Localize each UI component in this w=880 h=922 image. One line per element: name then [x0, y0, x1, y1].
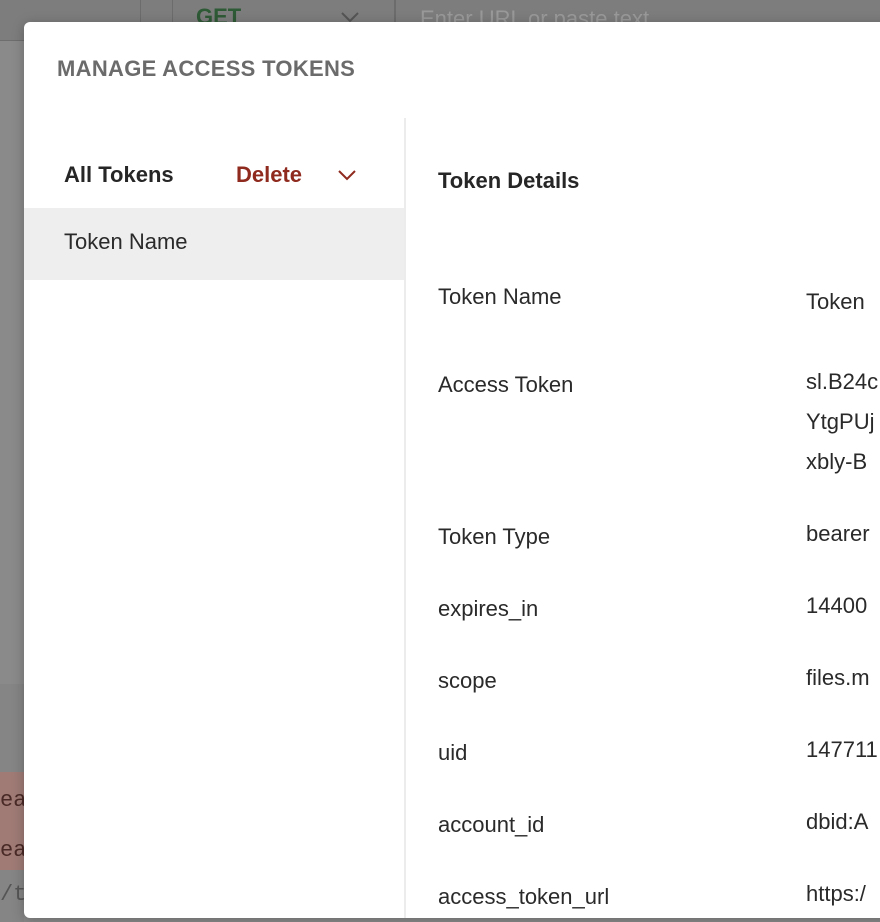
background-text-fragment: ea: [0, 788, 27, 813]
manage-access-tokens-modal: MANAGE ACCESS TOKENS All Tokens Delete T…: [24, 22, 880, 918]
detail-label-scope: scope: [438, 668, 497, 693]
token-details-pane: Token Details Token Name Token Access To…: [406, 118, 880, 918]
detail-label-expires-in: expires_in: [438, 596, 539, 621]
detail-label-access-token: Access Token: [438, 372, 574, 397]
detail-label-access-token-url: access_token_url: [438, 884, 610, 909]
detail-value-access-token-line[interactable]: xbly-B: [806, 442, 867, 482]
detail-label-token-type: Token Type: [438, 524, 551, 549]
detail-value-token-type[interactable]: bearer: [806, 514, 870, 554]
detail-value-scope[interactable]: files.m: [806, 658, 870, 698]
detail-value-token-name[interactable]: Token: [806, 282, 865, 322]
token-list-header: All Tokens Delete: [64, 162, 364, 194]
detail-value-uid[interactable]: 147711: [806, 730, 878, 770]
chevron-down-icon[interactable]: [336, 168, 358, 187]
detail-value-access-token-url[interactable]: https:/: [806, 874, 866, 914]
modal-title: MANAGE ACCESS TOKENS: [57, 56, 356, 81]
background-text-fragment: /t: [0, 882, 27, 907]
detail-label-token-name: Token Name: [438, 284, 562, 309]
detail-value-access-token-line[interactable]: sl.B24c: [806, 362, 878, 402]
detail-label-uid: uid: [438, 740, 468, 765]
all-tokens-label: All Tokens: [64, 162, 174, 187]
detail-value-access-token-line[interactable]: YtgPUj: [806, 402, 874, 442]
token-details-title: Token Details: [438, 168, 580, 193]
token-list-item-label: Token Name: [64, 229, 188, 254]
token-list-item[interactable]: Token Name: [24, 208, 404, 280]
background-text-fragment: ea: [0, 838, 27, 863]
token-list-pane: All Tokens Delete Token Name: [24, 118, 406, 918]
detail-value-account-id[interactable]: dbid:A: [806, 802, 868, 842]
detail-value-expires-in[interactable]: 14400: [806, 586, 867, 626]
delete-button[interactable]: Delete: [236, 162, 302, 188]
detail-label-account-id: account_id: [438, 812, 545, 837]
